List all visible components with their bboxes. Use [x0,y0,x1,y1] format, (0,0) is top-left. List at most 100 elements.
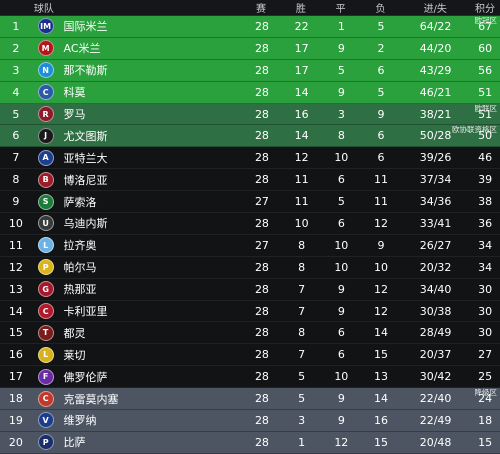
bologna-badge-icon: B [37,171,54,188]
goals-cell: 43/29 [419,63,452,77]
table-row[interactable]: 5 R 罗马 28 16 3 9 38/21 51 欧联区 [0,103,500,126]
draw-cell: 9 [337,85,345,99]
team-name[interactable]: 维罗纳 [60,412,243,428]
goals-cell: 34/36 [419,195,452,209]
loss-cell: 6 [377,129,385,143]
team-name[interactable]: 都灵 [60,325,243,341]
team-badge: M [32,40,60,57]
team-badge: N [32,62,60,79]
played-cell: 28 [254,326,269,340]
team-name[interactable]: 亚特兰大 [60,150,243,166]
table-row[interactable]: 16 L 莱切 28 7 6 15 20/37 27 [0,344,500,367]
team-name[interactable]: 拉齐奥 [60,237,243,253]
loss-cell: 6 [377,151,385,165]
played-cell: 27 [254,238,269,252]
points-cell: 51 [478,85,493,99]
header-goals: 进/失 [423,4,447,15]
team-name[interactable]: 罗马 [60,106,243,122]
team-name[interactable]: 热那亚 [60,281,243,297]
rank-cell: 13 [8,282,23,296]
draw-cell: 9 [337,392,345,406]
table-row[interactable]: 1 IM 国际米兰 28 22 1 5 64/22 67 欧冠区 [0,16,500,38]
team-badge: L [32,237,60,254]
loss-cell: 11 [374,173,388,187]
table-row[interactable]: 13 G 热那亚 28 7 9 12 34/40 30 [0,278,500,301]
pisa-badge-icon: P [37,434,54,451]
zone-tag: 降级区 [474,388,498,398]
table-row[interactable]: 7 A 亚特兰大 28 12 10 6 39/26 46 [0,147,500,170]
loss-cell: 14 [374,392,388,406]
table-row[interactable]: 3 N 那不勒斯 28 17 5 6 43/29 56 [0,59,500,82]
goals-cell: 20/37 [419,348,452,362]
como-badge-icon: C [37,84,54,101]
team-name[interactable]: 那不勒斯 [60,62,243,78]
played-cell: 28 [254,173,269,187]
win-cell: 14 [294,85,309,99]
played-cell: 28 [254,304,269,318]
table-row[interactable]: 2 M AC米兰 28 17 9 2 44/20 60 [0,37,500,60]
table-row[interactable]: 18 C 克雷莫内塞 28 5 9 14 22/40 24 降级区 [0,388,500,411]
team-name[interactable]: 博洛尼亚 [60,172,243,188]
team-name[interactable]: 卡利亚里 [60,303,243,319]
win-cell: 8 [298,238,306,252]
rank-cell: 20 [8,435,23,449]
loss-cell: 10 [374,260,388,274]
draw-cell: 6 [337,216,345,230]
draw-cell: 9 [337,304,345,318]
points-cell: 15 [478,435,493,449]
rank-cell: 2 [12,41,20,55]
goals-cell: 30/42 [419,370,452,384]
table-row[interactable]: 4 C 科莫 28 14 9 5 46/21 51 [0,81,500,104]
team-name[interactable]: 比萨 [60,434,243,450]
goals-cell: 38/21 [419,107,452,121]
loss-cell: 14 [374,326,388,340]
team-name[interactable]: 萨索洛 [60,194,243,210]
lecce-badge-icon: L [37,346,54,363]
rank-cell: 19 [8,413,23,427]
zone-tag: 欧协联资格区 [452,125,497,135]
header-team: 球队 [33,4,54,15]
goals-cell: 26/27 [419,238,452,252]
draw-cell: 8 [337,129,345,143]
zone-tag: 欧联区 [474,103,498,113]
header-played: 赛 [256,4,266,15]
table-row[interactable]: 9 S 萨索洛 27 11 5 11 34/36 38 [0,191,500,214]
goals-cell: 64/22 [419,19,452,33]
table-row[interactable]: 10 U 乌迪内斯 28 10 6 12 33/41 36 [0,213,500,235]
table-row[interactable]: 6 J 尤文图斯 28 14 8 6 50/28 50 欧协联资格区 [0,125,500,148]
table-row[interactable]: 11 L 拉齐奥 27 8 10 9 26/27 34 [0,234,500,257]
table-row[interactable]: 14 C 卡利亚里 28 7 9 12 30/38 30 [0,300,500,323]
napoli-badge-icon: N [37,62,54,79]
team-badge: B [32,171,60,188]
team-name[interactable]: 国际米兰 [60,18,243,34]
rank-cell: 7 [12,151,20,165]
points-cell: 34 [478,260,493,274]
team-name[interactable]: AC米兰 [60,40,243,56]
played-cell: 28 [254,216,269,230]
team-name[interactable]: 佛罗伦萨 [60,369,243,385]
win-cell: 5 [298,370,306,384]
team-name[interactable]: 科莫 [60,84,243,100]
team-name[interactable]: 帕尔马 [60,259,243,275]
goals-cell: 30/38 [419,304,452,318]
draw-cell: 12 [334,435,349,449]
points-cell: 30 [478,304,493,318]
team-name[interactable]: 尤文图斯 [60,128,243,144]
table-row[interactable]: 12 P 帕尔马 28 8 10 10 20/32 34 [0,256,500,279]
parma-badge-icon: P [37,259,54,276]
table-row[interactable]: 15 T 都灵 28 8 6 14 28/49 30 [0,322,500,345]
team-badge: S [32,193,60,210]
team-badge: C [32,390,60,407]
points-cell: 60 [478,41,493,55]
table-row[interactable]: 19 V 维罗纳 28 3 9 16 22/49 18 [0,410,500,432]
team-name[interactable]: 克雷莫内塞 [60,391,243,407]
rank-cell: 5 [12,107,20,121]
table-row[interactable]: 20 P 比萨 28 1 12 15 20/48 15 [0,431,500,454]
table-row[interactable]: 8 B 博洛尼亚 28 11 6 11 37/34 39 [0,169,500,192]
team-name[interactable]: 乌迪内斯 [60,215,243,231]
rank-cell: 14 [8,304,23,318]
goals-cell: 37/34 [419,173,452,187]
inter-badge-icon: IM [37,18,54,35]
table-row[interactable]: 17 F 佛罗伦萨 28 5 10 13 30/42 25 [0,366,500,389]
team-name[interactable]: 莱切 [60,347,243,363]
